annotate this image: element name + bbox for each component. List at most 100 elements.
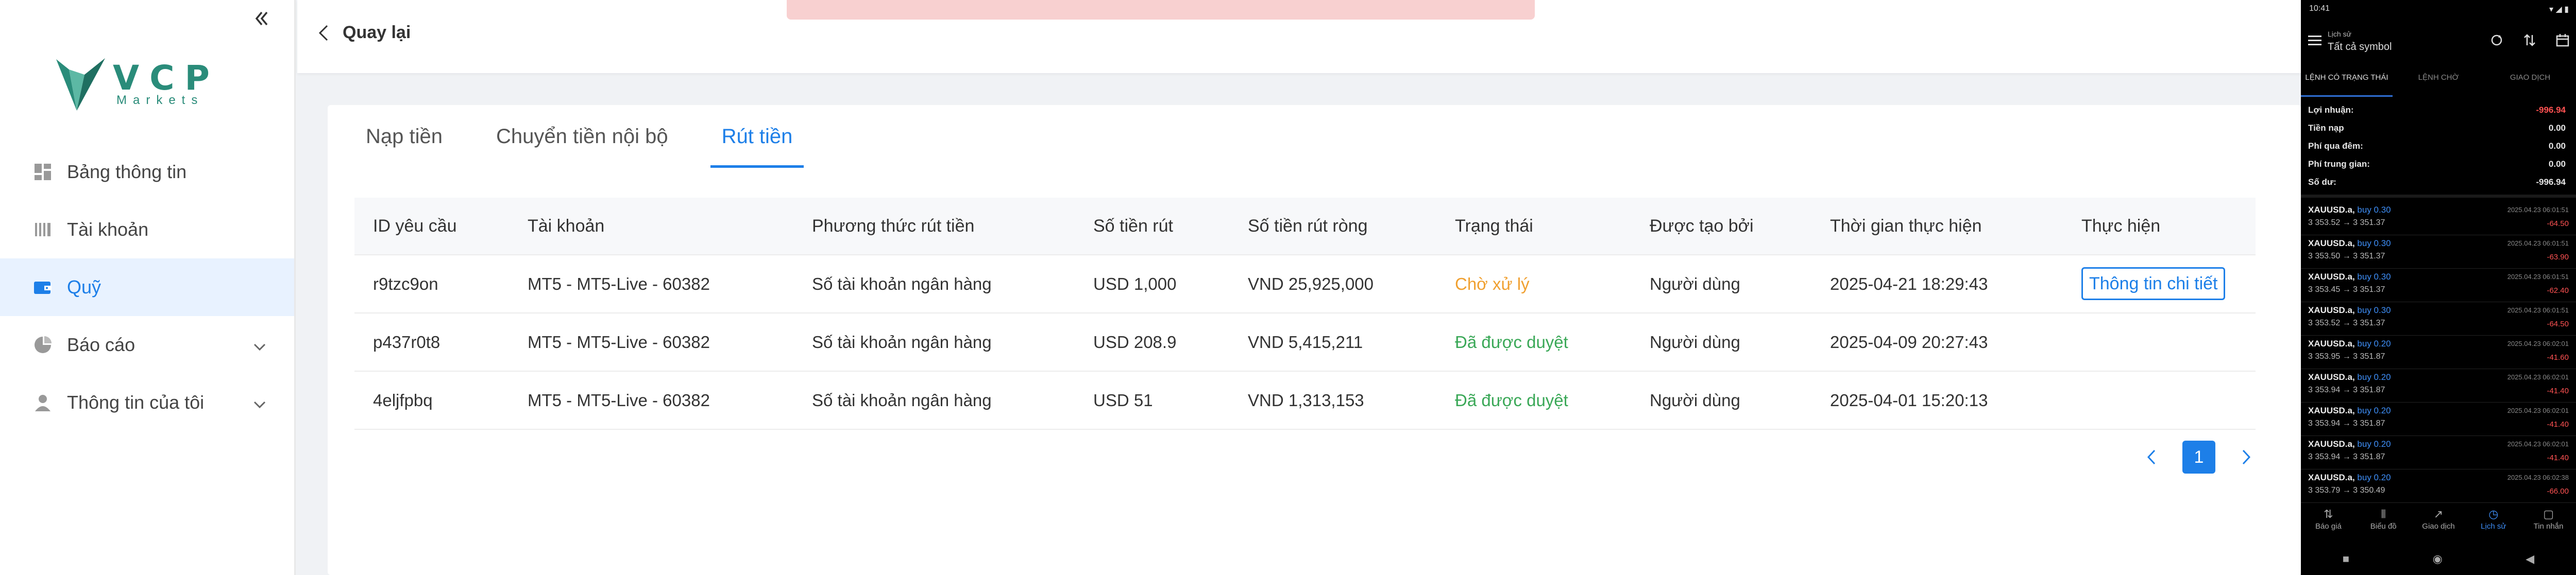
tab-deposit[interactable]: Nạp tiền [354, 105, 454, 168]
sort-icon[interactable] [2522, 33, 2537, 47]
sidebar-item-label: Tài khoản [67, 219, 149, 240]
amount: USD 208.9 [1093, 332, 1177, 352]
trade-price: 3 353.94 → 3 351.87 [2308, 419, 2385, 428]
prev-page-icon[interactable] [2141, 447, 2162, 467]
withdraw-method: Số tài khoản ngân hàng [812, 390, 992, 410]
trade-item[interactable]: XAUUSD.a, buy 0.20 3 353.94 → 3 351.87 2… [2301, 369, 2576, 403]
table-header: ID yêu cầu Tài khoản Phương thức rút tiề… [354, 198, 2256, 255]
phone-tab-orders[interactable]: LỆNH CHỜ [2393, 70, 2484, 97]
trade-item[interactable]: XAUUSD.a, buy 0.30 3 353.52 → 3 351.37 2… [2301, 202, 2576, 235]
trade-item[interactable]: XAUUSD.a, buy 0.20 3 353.95 → 3 351.87 2… [2301, 336, 2576, 369]
withdraw-method: Số tài khoản ngân hàng [812, 332, 992, 352]
trade-time: 2025.04.23 06:01:51 [2507, 273, 2569, 281]
trade-profit: -41.40 [2547, 420, 2569, 429]
messages-icon: ▢ [2543, 508, 2554, 520]
home-icon[interactable]: ◉ [2433, 552, 2443, 566]
trade-item[interactable]: XAUUSD.a, buy 0.30 3 353.50 → 3 351.37 2… [2301, 235, 2576, 269]
column-header: Số tiền rút ròng [1248, 216, 1368, 236]
pie-chart-icon [33, 335, 53, 355]
summary-row: Phí trung gian: 0.00 [2301, 155, 2576, 173]
nav-charts[interactable]: ⫴ Biểu đồ [2356, 504, 2411, 541]
timestamp: 2025-04-09 20:27:43 [1830, 332, 1988, 352]
collapse-sidebar-icon[interactable] [251, 8, 272, 29]
trade-profit: -41.60 [2547, 353, 2569, 362]
table-row: p437r0t8 MT5 - MT5-Live - 60382 Số tài k… [354, 313, 2256, 372]
phone-tabs: LỆNH CÓ TRẠNG THÁI LỆNH CHỜ GIAO DỊCH [2301, 70, 2576, 97]
summary-label: Số dư: [2308, 177, 2336, 187]
trade-item[interactable]: XAUUSD.a, buy 0.20 3 353.94 → 3 351.87 2… [2301, 436, 2576, 469]
trade-symbol: XAUUSD.a, [2308, 305, 2355, 315]
net-amount: VND 5,415,211 [1248, 332, 1363, 352]
details-button[interactable]: Thông tin chi tiết [2081, 267, 2226, 300]
request-id: 4eljfpbq [373, 390, 433, 410]
nav-quotes[interactable]: ⇅ Báo giá [2301, 504, 2356, 541]
chevron-down-icon [252, 395, 267, 411]
trade-item[interactable]: XAUUSD.a, buy 0.30 3 353.45 → 3 351.37 2… [2301, 269, 2576, 302]
nav-label: Lịch sử [2481, 522, 2506, 531]
summary-row: Tiền nạp 0.00 [2301, 119, 2576, 137]
user-icon [33, 393, 53, 412]
calendar-icon[interactable] [2555, 33, 2570, 47]
trade-profit: -64.50 [2547, 320, 2569, 328]
fund-tabs: Nạp tiền Chuyển tiền nội bộ Rút tiền [328, 105, 808, 168]
trade-side: buy 0.30 [2357, 305, 2391, 315]
column-header: Thời gian thực hiện [1830, 216, 1982, 236]
logo[interactable]: VCP Markets [54, 54, 218, 116]
trade-item[interactable]: XAUUSD.a, buy 0.20 3 353.79 → 3 350.49 2… [2301, 469, 2576, 503]
trade-time: 2025.04.23 06:01:51 [2507, 206, 2569, 214]
hamburger-icon[interactable] [2308, 35, 2321, 46]
trade-price: 3 353.52 → 3 351.37 [2308, 319, 2385, 327]
nav-label: Biểu đồ [2370, 522, 2397, 531]
sidebar-item-profile[interactable]: Thông tin của tôi [0, 374, 294, 431]
status-badge: Đã được duyệt [1455, 390, 1568, 410]
sidebar-item-funds[interactable]: Quỹ [0, 258, 294, 316]
sidebar-item-dashboard[interactable]: Bảng thông tin [0, 143, 294, 201]
dashboard-icon [33, 162, 53, 182]
action-cell: Thông tin chi tiết [2063, 267, 2256, 300]
sidebar-item-accounts[interactable]: Tài khoản [0, 201, 294, 258]
phone-toolbar: Lịch sử Tất cả symbol [2301, 25, 2576, 61]
phone-bottom-nav: ⇅ Báo giá ⫴ Biểu đồ ↗ Giao dịch ◷ Lịch sử ▢ T… [2301, 504, 2576, 541]
nav-messages[interactable]: ▢ Tin nhắn [2521, 504, 2576, 541]
trade-symbol: XAUUSD.a, [2308, 439, 2355, 449]
quotes-icon: ⇅ [2324, 508, 2333, 520]
amount: USD 1,000 [1093, 274, 1177, 293]
phone-trade-list: XAUUSD.a, buy 0.30 3 353.52 → 3 351.37 2… [2301, 202, 2576, 503]
trade-item[interactable]: XAUUSD.a, buy 0.20 3 353.94 → 3 351.87 2… [2301, 403, 2576, 436]
phone-tab-deals[interactable]: GIAO DỊCH [2484, 70, 2576, 97]
summary-value: -996.94 [2536, 104, 2566, 115]
trade-symbol: XAUUSD.a, [2308, 406, 2355, 415]
account: MT5 - MT5-Live - 60382 [528, 390, 710, 410]
back-icon[interactable]: ◀ [2526, 552, 2534, 566]
page-number[interactable]: 1 [2182, 441, 2215, 474]
refresh-icon[interactable] [2489, 33, 2504, 47]
trade-price: 3 353.52 → 3 351.37 [2308, 218, 2385, 227]
recent-apps-icon[interactable]: ■ [2343, 552, 2349, 566]
summary-label: Phí qua đêm: [2308, 141, 2363, 151]
nav-label: Báo giá [2315, 522, 2342, 531]
back-button[interactable]: Quay lại [318, 23, 411, 43]
next-page-icon[interactable] [2236, 447, 2257, 467]
trade-symbol: XAUUSD.a, [2308, 372, 2355, 382]
trade-time: 2025.04.23 06:02:01 [2507, 340, 2569, 347]
tab-withdraw[interactable]: Rút tiền [710, 105, 804, 168]
summary-row: Lợi nhuận: -996.94 [2301, 101, 2576, 119]
trade-item[interactable]: XAUUSD.a, buy 0.30 3 353.52 → 3 351.37 2… [2301, 302, 2576, 336]
summary-value: 0.00 [2548, 159, 2566, 169]
trade-symbol: XAUUSD.a, [2308, 473, 2355, 482]
trade-time: 2025.04.23 06:02:01 [2507, 407, 2569, 414]
account: MT5 - MT5-Live - 60382 [528, 274, 710, 293]
summary-value: 0.00 [2548, 141, 2566, 151]
phone-tab-positions[interactable]: LỆNH CÓ TRẠNG THÁI [2301, 70, 2393, 97]
sidebar-item-reports[interactable]: Báo cáo [0, 316, 294, 374]
trade-profit: -62.40 [2547, 286, 2569, 295]
timestamp: 2025-04-01 15:20:13 [1830, 390, 1988, 410]
nav-trade[interactable]: ↗ Giao dịch [2411, 504, 2466, 541]
column-header: Số tiền rút [1093, 216, 1173, 236]
request-id: r9tzc9on [373, 274, 438, 293]
sidebar-menu: Bảng thông tin Tài khoản Quỹ Báo cáo Thô… [0, 143, 294, 431]
tab-internal-transfer[interactable]: Chuyển tiền nội bộ [485, 105, 680, 168]
sidebar-item-label: Quỹ [67, 276, 101, 298]
column-header: Trạng thái [1455, 216, 1533, 236]
nav-history[interactable]: ◷ Lịch sử [2466, 504, 2521, 541]
